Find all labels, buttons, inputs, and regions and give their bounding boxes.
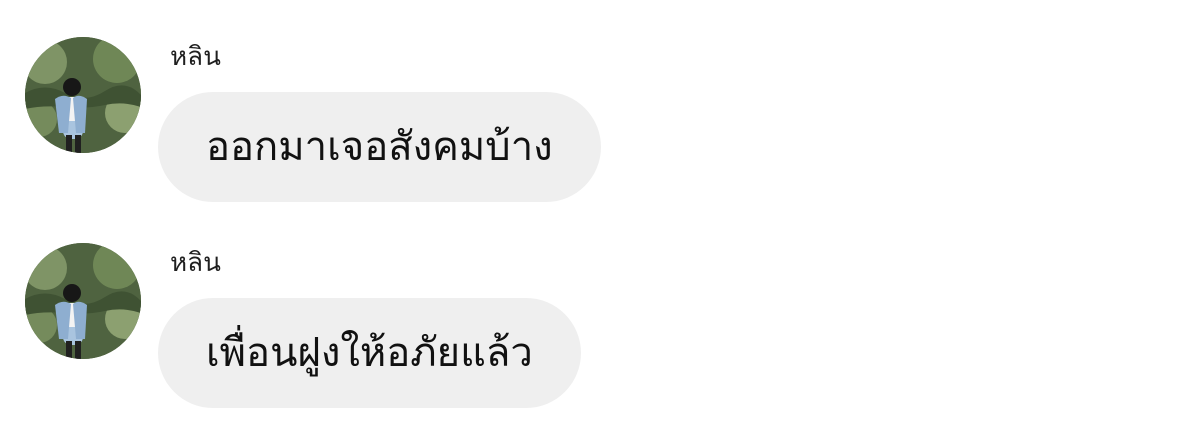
profile-photo-icon <box>25 243 141 359</box>
message-row: หลิน ออกมาเจอสังคมบ้าง <box>0 0 1200 202</box>
message-bubble[interactable]: เพื่อนฝูงให้อภัยแล้ว <box>158 298 581 408</box>
message-row: หลิน เพื่อนฝูงให้อภัยแล้ว <box>0 206 1200 408</box>
sender-avatar[interactable] <box>25 243 141 359</box>
sender-name: หลิน <box>170 42 221 72</box>
message-bubble[interactable]: ออกมาเจอสังคมบ้าง <box>158 92 601 202</box>
sender-avatar[interactable] <box>25 37 141 153</box>
profile-photo-icon <box>25 37 141 153</box>
message-text: เพื่อนฝูงให้อภัยแล้ว <box>206 330 533 376</box>
message-text: ออกมาเจอสังคมบ้าง <box>206 124 553 170</box>
sender-name: หลิน <box>170 248 221 278</box>
